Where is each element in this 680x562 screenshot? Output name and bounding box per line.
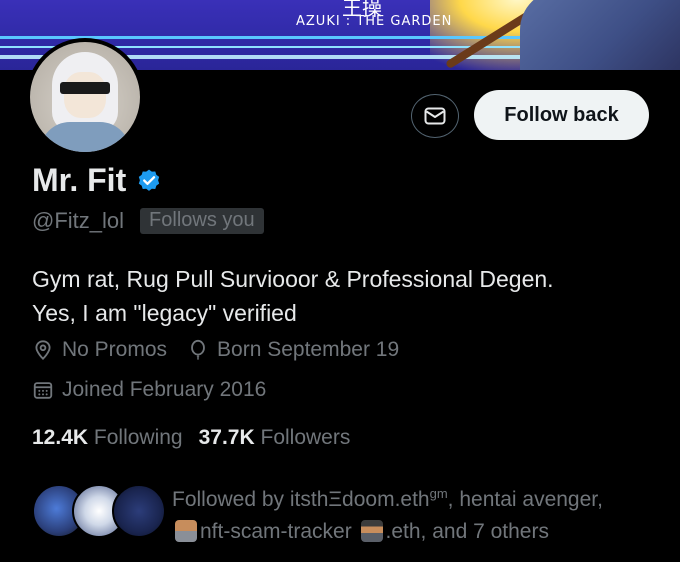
location-text: No Promos [62,338,168,361]
location-item: No Promos [32,338,167,362]
message-button[interactable] [411,94,459,138]
bio-line: Gym rat, Rug Pull Surviooor & Profession… [32,266,554,292]
avatar-image [30,42,140,152]
followed-by-part3: nft-scam-tracker [200,520,352,543]
technologist-emoji-icon [175,520,197,542]
followed-by-text: Followed by itsthΞdoom.ethgm, hentai ave… [172,478,662,548]
bio-line: Yes, I am "legacy" verified [32,300,297,326]
followers-you-know[interactable]: Followed by itsthΞdoom.ethgm, hentai ave… [32,478,662,548]
followed-by-prefix: Followed by itsthΞdoom.eth [172,488,430,511]
verified-badge-icon[interactable] [136,168,162,194]
followers-label: Followers [260,426,351,449]
username-handle: @Fitz_lol [32,208,125,233]
avatar-jacket [40,122,130,152]
mutual-avatar [112,484,166,538]
followed-by-part2: , hentai avenger, [447,488,603,511]
joined-item: Joined February 2016 [32,378,266,402]
balloon-icon [191,339,205,360]
mutual-avatars [32,484,166,540]
follows-you-badge: Follows you [140,208,264,234]
follow-stats: 12.4K Following 37.7K Followers [32,426,366,450]
envelope-icon [424,107,446,125]
following-label: Following [93,426,183,449]
location-pin-icon [35,340,51,360]
profile-meta-row: Joined February 2016 [32,378,286,402]
calendar-icon [33,382,53,399]
profile-bio: Gym rat, Rug Pull Surviooor & Profession… [32,262,554,330]
avatar[interactable] [26,38,144,156]
handle-row: @Fitz_lol Follows you [32,208,264,234]
follow-back-button[interactable]: Follow back [474,90,649,140]
birthday-text: Born September 19 [217,338,400,361]
followed-by-part4: .eth, and 7 others [385,520,549,543]
profile-meta-row: No Promos Born September 19 [32,338,419,362]
following-count: 12.4K [32,426,89,449]
avatar-face [64,72,106,118]
followed-by-sup: gm [429,486,448,501]
display-name-row: Mr. Fit [32,162,162,199]
avatar-blindfold [60,82,110,94]
followers-count: 37.7K [198,426,255,449]
detective-emoji-icon [360,520,383,542]
followers-link[interactable]: 37.7K Followers [199,426,351,450]
banner-title: AZUKI : THE GARDEN [296,14,453,29]
banner-character [520,0,680,70]
following-link[interactable]: 12.4K Following [32,426,183,450]
birthday-item: Born September 19 [187,338,399,362]
joined-text: Joined February 2016 [62,378,267,401]
display-name: Mr. Fit [32,162,127,198]
